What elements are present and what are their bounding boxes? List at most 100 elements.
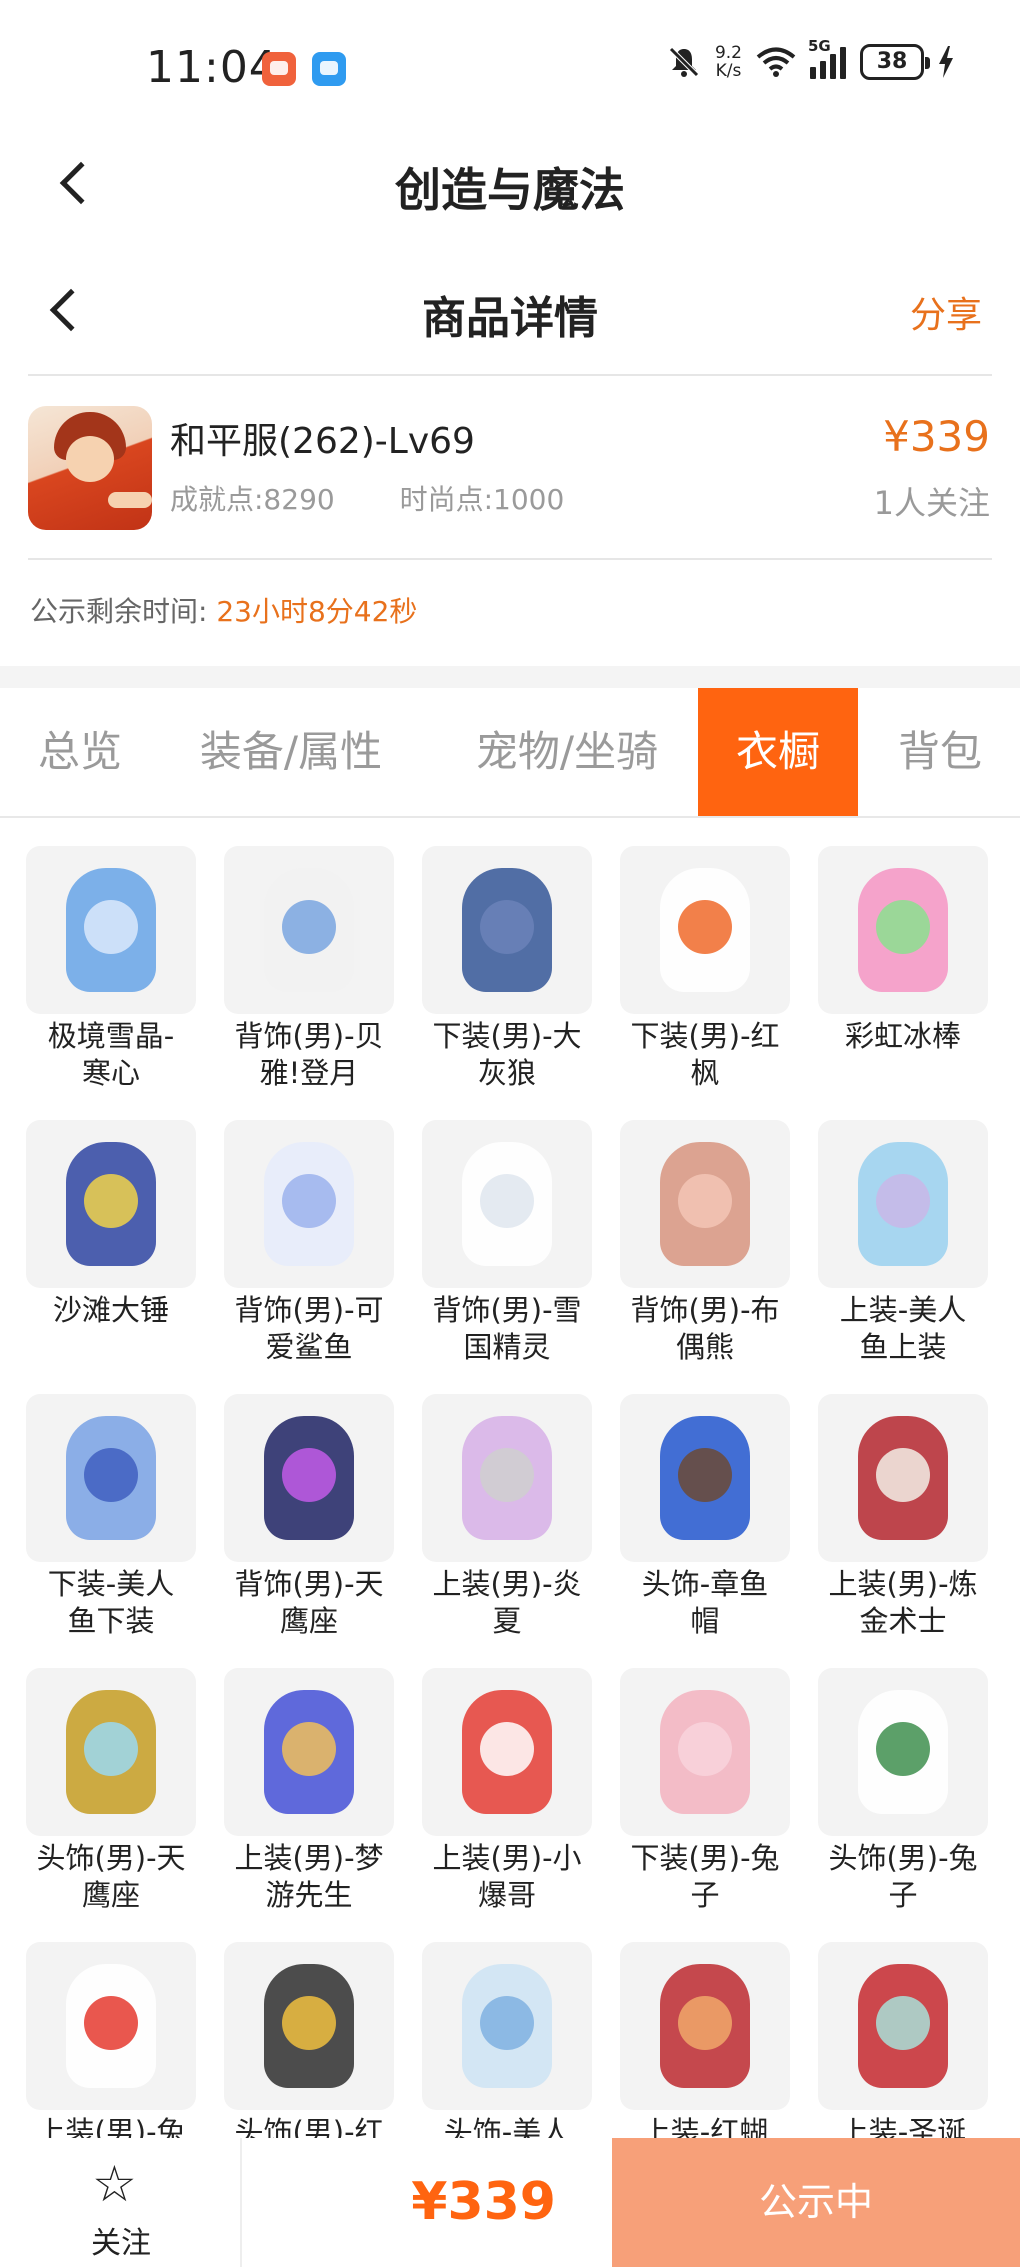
item-thumbnail [422,1668,592,1836]
item-name: 头饰(男)-天 鹰座 [12,1840,210,1914]
item-thumbnail [620,1120,790,1288]
follower-count: 1人关注 [873,484,990,522]
item-name-line2: 爱鲨鱼 [265,1330,353,1364]
status-time: 11:04 [146,42,278,93]
wardrobe-item[interactable]: 头饰-美人 [408,1914,606,2138]
wardrobe-item[interactable]: 沙滩大锤 [12,1092,210,1362]
item-name-line2: 偶熊 [675,1330,734,1364]
network-type: 5G [808,37,831,55]
item-name-line1: 上装(男)-梦 [234,1841,384,1875]
wardrobe-item[interactable]: 上装-美人 鱼上装 [804,1092,1002,1364]
item-thumbnail [26,1942,196,2110]
wardrobe-item[interactable]: 下装(男)-红枫 [606,818,804,1090]
item-name-line2: 寒心 [81,1056,140,1090]
wardrobe-item[interactable]: 头饰(男)-红 [210,1914,408,2138]
wardrobe-item[interactable]: 极境雪晶- 寒心 [12,818,210,1090]
wardrobe-item[interactable]: 上装-红蝴 [606,1914,804,2138]
item-name-line2: 夏 [492,1604,522,1638]
product-summary: 和平服(262)-Lv69 成就点:8290 时尚点:1000 ¥339 1人关… [0,378,1020,558]
item-name-line1: 头饰-美人 [443,2115,571,2138]
item-name: 下装(男)-兔子 [606,1840,804,1914]
bottom-bar: ☆ 关注 ¥339 公示中 [0,2138,1020,2267]
item-name: 背饰(男)-贝 雅!登月 [210,1018,408,1092]
countdown-value: 23小时8分42秒 [216,595,418,628]
page: 11:04 9.2 K/s 5G 38 创造与魔法 商品详情 分享 和平服(26… [0,0,1020,2267]
item-name-line1: 上装-美人 [839,1293,967,1327]
battery-icon: 38 [860,44,930,80]
item-name-line1: 头饰(男)-天 [36,1841,186,1875]
follow-button[interactable]: ☆ 关注 [0,2138,242,2267]
message-notification-icon [312,52,346,86]
tab-backpack[interactable]: 背包 [870,688,1010,816]
tab-equipment[interactable]: 装备/属性 [176,688,406,816]
detail-header: 商品详情 分享 [0,250,1020,370]
item-thumbnail [620,1668,790,1836]
mute-icon [669,47,699,77]
item-name-line1: 下装(男)-大 [432,1019,582,1053]
wardrobe-item[interactable]: 下装(男)-兔子 [606,1640,804,1912]
item-thumbnail [818,1120,988,1288]
wardrobe-item[interactable]: 上装-圣诞 [804,1914,1002,2138]
wardrobe-item[interactable]: 背饰(男)-雪 国精灵 [408,1092,606,1364]
item-name-line2: 帽 [690,1604,720,1638]
item-name-line2: 子 [690,1878,720,1912]
item-thumbnail [224,1120,394,1288]
wardrobe-item[interactable]: 背饰(男)-布 偶熊 [606,1092,804,1364]
app-notification-icon [262,52,296,86]
item-name: 头饰-美人 [408,2114,606,2138]
item-thumbnail [620,1942,790,2110]
item-name: 背饰(男)-天 鹰座 [210,1566,408,1640]
wardrobe-item[interactable]: 上装(男)-小 爆哥 [408,1640,606,1912]
page-title: 商品详情 [422,293,598,344]
item-name-line2: 鱼上装 [859,1330,947,1364]
public-status-button[interactable]: 公示中 [612,2138,1020,2267]
tab-wardrobe[interactable]: 衣橱 [698,688,858,816]
item-thumbnail [818,1394,988,1562]
item-name: 彩虹冰棒 [804,1018,1002,1055]
item-name-line1: 背饰(男)-天 [234,1567,384,1601]
item-name-line1: 上装-圣诞 [839,2115,967,2138]
wardrobe-item[interactable]: 背饰(男)-天 鹰座 [210,1366,408,1638]
wardrobe-item[interactable]: 头饰(男)-天 鹰座 [12,1640,210,1912]
item-name-line1: 头饰(男)-兔 [828,1841,978,1875]
item-name-line1: 上装(男)-兔 [36,2115,186,2138]
item-name: 背饰(男)-可 爱鲨鱼 [210,1292,408,1366]
wardrobe-item[interactable]: 下装(男)-大 灰狼 [408,818,606,1090]
item-name-line1: 下装(男)-红 [630,1019,780,1053]
tab-bar: 总览 装备/属性 宠物/坐骑 衣橱 背包 [0,688,1020,818]
item-thumbnail [224,1668,394,1836]
item-name: 极境雪晶- 寒心 [12,1018,210,1092]
item-thumbnail [620,1394,790,1562]
net-speed: 9.2 K/s [715,44,742,80]
wardrobe-item[interactable]: 背饰(男)-贝 雅!登月 [210,818,408,1090]
wardrobe-item[interactable]: 上装(男)-炎夏 [408,1366,606,1638]
item-name: 上装(男)-小 爆哥 [408,1840,606,1914]
wardrobe-item[interactable]: 彩虹冰棒 [804,818,1002,1088]
item-thumbnail [818,846,988,1014]
item-name-line1: 上装(男)-炼 [828,1567,978,1601]
item-thumbnail [26,846,196,1014]
wardrobe-item[interactable]: 上装(男)-炼 金术士 [804,1366,1002,1638]
item-name: 下装(男)-红枫 [606,1018,804,1092]
item-name: 上装(男)-兔 [12,2114,210,2138]
wardrobe-item[interactable]: 上装(男)-兔 [12,1914,210,2138]
item-name-line1: 背饰(男)-贝 [234,1019,384,1053]
wardrobe-item[interactable]: 上装(男)-梦 游先生 [210,1640,408,1912]
wardrobe-item[interactable]: 头饰(男)-兔子 [804,1640,1002,1912]
divider [28,558,992,560]
item-thumbnail [422,1394,592,1562]
share-button[interactable]: 分享 [910,286,982,338]
item-thumbnail [818,1942,988,2110]
product-name: 和平服(262)-Lv69 [170,421,475,462]
tab-pets[interactable]: 宠物/坐骑 [448,688,686,816]
item-name-line1: 上装(男)-炎 [432,1567,582,1601]
app-header: 创造与魔法 [0,130,1020,240]
wardrobe-item[interactable]: 下装-美人 鱼下装 [12,1366,210,1638]
tab-overview[interactable]: 总览 [0,688,160,816]
product-stats: 成就点:8290 时尚点:1000 [170,478,620,518]
item-name: 上装(男)-炼 金术士 [804,1566,1002,1640]
follow-label: 关注 [91,2226,151,2261]
wardrobe-item[interactable]: 头饰-章鱼帽 [606,1366,804,1638]
wardrobe-item[interactable]: 背饰(男)-可 爱鲨鱼 [210,1092,408,1364]
item-name: 下装-美人 鱼下装 [12,1566,210,1640]
